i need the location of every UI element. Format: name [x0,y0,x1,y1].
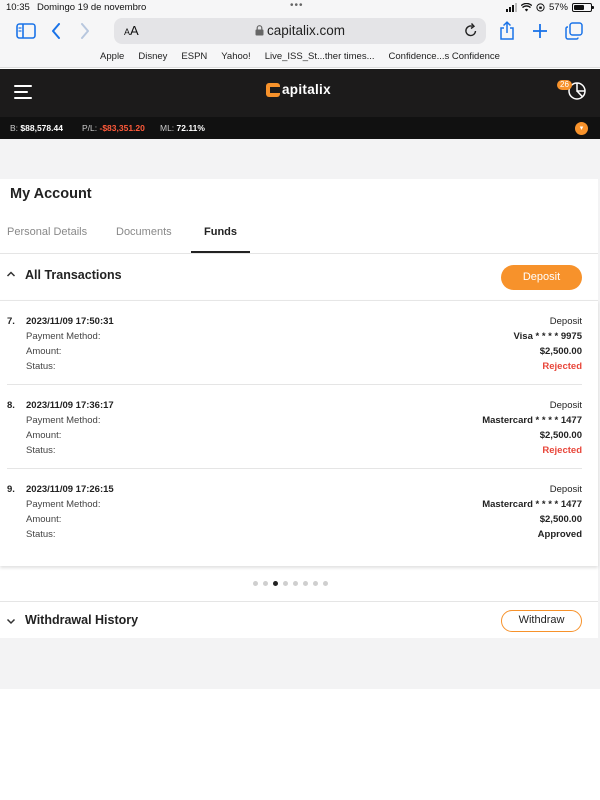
tab-funds[interactable]: Funds [204,226,237,238]
multitask-dots[interactable]: ••• [290,0,304,11]
tab-personal-details[interactable]: Personal Details [7,226,87,238]
amount-value: $2,500.00 [539,514,582,525]
payment-method-value: Visa * * * * 9975 [513,331,583,342]
ml-value: 72.11% [176,123,205,133]
transaction-type: Deposit [549,400,582,411]
new-tab-icon[interactable] [532,20,548,42]
transaction-row: 7. 2023/11/09 17:50:31 Payment Method: A… [0,301,598,385]
chevron-down-icon [6,618,16,625]
back-icon[interactable] [51,20,61,42]
status-value: Rejected [542,361,582,372]
page-dot[interactable] [253,581,258,586]
bookmark-item[interactable]: ESPN [174,51,214,62]
share-icon[interactable] [499,20,515,42]
bookmarks-bar: Apple Disney ESPN Yahoo! Live_ISS_St...t… [0,46,600,68]
payment-method-value: Mastercard * * * * 1477 [482,415,582,426]
active-tab-indicator [191,251,250,253]
transactions-title: All Transactions [25,268,122,282]
status-value: Rejected [542,445,582,456]
page-dot[interactable] [283,581,288,586]
page-dot[interactable] [323,581,328,586]
page-title: My Account [10,186,92,202]
notifications-button[interactable]: 26 [557,80,587,101]
withdraw-button[interactable]: Withdraw [501,610,582,632]
transaction-datetime: 2023/11/09 17:50:31 [26,316,114,327]
balance-stat: B: $88,578.44 [10,123,63,133]
payment-method-label: Payment Method: [26,499,101,510]
transaction-number: 9. [7,484,15,495]
bookmark-item[interactable]: Disney [131,51,174,62]
page-dot[interactable] [263,581,268,586]
account-summary-bar: B: $88,578.44 P/L: -$83,351.20 ML: 72.11… [0,117,600,139]
bookmark-item[interactable]: Confidence...s Confidence [382,51,507,62]
page-dot[interactable] [303,581,308,586]
bookmark-item[interactable]: Live_ISS_St...ther times... [258,51,382,62]
battery-percent: 57% [548,2,568,13]
transaction-number: 7. [7,316,15,327]
transaction-number: 8. [7,400,15,411]
amount-value: $2,500.00 [539,346,582,357]
menu-icon[interactable] [14,85,32,99]
amount-label: Amount: [26,514,62,525]
withdrawal-title: Withdrawal History [25,613,139,627]
payment-method-value: Mastercard * * * * 1477 [482,499,582,510]
status-time: 10:35 [6,2,30,13]
payment-method-label: Payment Method: [26,331,101,342]
wifi-icon [520,3,532,12]
deposit-button[interactable]: Deposit [501,265,582,290]
transactions-list: 7. 2023/11/09 17:50:31 Payment Method: A… [0,300,598,566]
battery-icon [572,3,594,12]
brand-mark-icon [266,82,280,97]
forward-icon[interactable] [80,20,90,42]
url-text[interactable]: capitalix.com [114,23,486,38]
account-tabs: Personal Details Documents Funds [0,214,598,254]
transaction-type: Deposit [549,316,582,327]
sidebar-icon[interactable] [16,20,36,42]
status-label: Status: [26,445,56,456]
page-dot[interactable] [293,581,298,586]
pl-value: -$83,351.20 [99,123,145,133]
amount-value: $2,500.00 [539,430,582,441]
page-dot-active[interactable] [273,581,278,586]
notification-badge: 26 [557,80,572,90]
address-bar[interactable]: AA capitalix.com [114,18,486,44]
pagination-dots [253,581,328,586]
amount-label: Amount: [26,346,62,357]
status-date: Domingo 19 de novembro [37,2,147,13]
payment-method-label: Payment Method: [26,415,101,426]
expand-summary-icon[interactable]: ▾ [575,122,588,135]
balance-label: B: [10,123,19,133]
bookmark-item[interactable]: Yahoo! [214,51,257,62]
amount-label: Amount: [26,430,62,441]
brand-logo[interactable]: apitalix [266,82,331,97]
status-label: Status: [26,529,56,540]
tab-documents[interactable]: Documents [116,226,172,238]
url-value: capitalix.com [266,23,346,38]
transaction-datetime: 2023/11/09 17:26:15 [26,484,114,495]
lock-icon [255,25,264,36]
reload-icon[interactable] [464,22,478,43]
browser-toolbar: AA capitalix.com [0,16,600,46]
bookmark-item[interactable]: Apple [93,51,131,62]
status-icons: 57% [505,2,594,13]
ml-label: ML: [160,123,175,133]
ml-stat: ML: 72.11% [160,123,205,133]
pl-stat: P/L: -$83,351.20 [82,123,145,133]
chevron-up-icon [6,271,16,277]
transaction-type: Deposit [549,484,582,495]
tabs-overview-icon[interactable] [565,20,583,42]
page-dot[interactable] [313,581,318,586]
transaction-row: 8. 2023/11/09 17:36:17 Payment Method: A… [0,385,598,469]
app-header: apitalix 26 [0,69,600,117]
signal-icon [505,3,517,12]
transaction-datetime: 2023/11/09 17:36:17 [26,400,114,411]
orientation-lock-icon [536,3,545,12]
balance-value: $88,578.44 [20,123,63,133]
status-bar: 10:35 Domingo 19 de novembro ••• 57% [0,0,600,16]
status-value: Approved [537,529,582,540]
transaction-row: 9. 2023/11/09 17:26:15 Payment Method: A… [0,469,598,553]
brand-name: apitalix [282,82,331,97]
pl-label: P/L: [82,123,98,133]
status-label: Status: [26,361,56,372]
